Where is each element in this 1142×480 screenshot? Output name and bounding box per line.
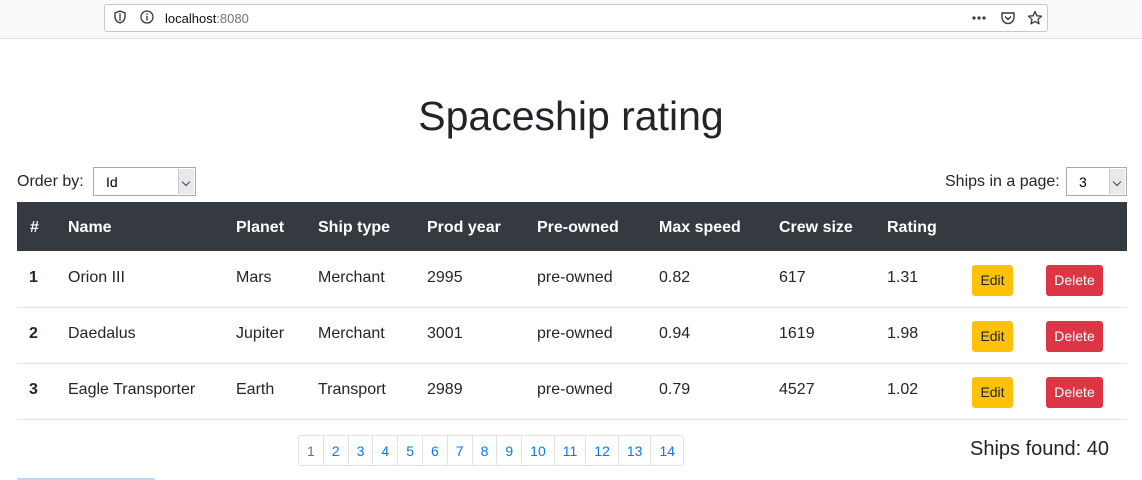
page-link-8[interactable]: 8 — [471, 435, 498, 466]
column-header: Max speed — [659, 219, 741, 236]
order-by-select[interactable]: Id — [93, 167, 196, 196]
page-link-6[interactable]: 6 — [421, 435, 448, 466]
ship-planet: Mars — [236, 269, 272, 286]
ship-rating: 1.31 — [887, 269, 919, 286]
page-link-12[interactable]: 12 — [585, 435, 619, 466]
delete-button[interactable]: Delete — [1046, 265, 1103, 296]
ship-type: Transport — [318, 381, 386, 398]
ship-max-speed: 0.94 — [659, 325, 691, 342]
row-number: 1 — [29, 269, 38, 286]
ship-name: Daedalus — [68, 325, 136, 342]
column-header: Pre-owned — [537, 219, 619, 236]
page-link-14[interactable]: 14 — [650, 435, 685, 466]
ship-pre-owned: pre-owned — [537, 269, 613, 286]
table-row: 2 Daedalus Jupiter Merchant 3001 pre-own… — [17, 307, 1127, 364]
ship-max-speed: 0.79 — [659, 381, 691, 398]
page-link-4[interactable]: 4 — [372, 435, 399, 466]
ship-name: Orion III — [68, 269, 125, 286]
ship-planet: Earth — [236, 381, 275, 398]
ships-per-page-value: 3 — [1079, 174, 1087, 190]
order-by-value: Id — [106, 174, 118, 190]
ship-type: Merchant — [318, 269, 385, 286]
ship-rating: 1.02 — [887, 381, 919, 398]
star-icon[interactable] — [1027, 10, 1043, 26]
delete-button[interactable]: Delete — [1046, 377, 1103, 408]
column-header: Ship type — [318, 219, 391, 236]
ship-prod-year: 3001 — [427, 325, 463, 342]
page-title: Spaceship rating — [418, 93, 724, 139]
column-header: Prod year — [427, 219, 501, 236]
edit-button[interactable]: Edit — [972, 321, 1013, 352]
url-port: :8080 — [216, 11, 249, 26]
page-link-7[interactable]: 7 — [446, 435, 473, 466]
ship-pre-owned: pre-owned — [537, 381, 613, 398]
edit-button[interactable]: Edit — [972, 377, 1013, 408]
column-header: # — [30, 219, 39, 236]
row-number: 3 — [29, 381, 38, 398]
shield-icon[interactable] — [112, 10, 128, 26]
ship-type: Merchant — [318, 325, 385, 342]
ship-prod-year: 2995 — [427, 269, 463, 286]
ships-found-count: Ships found: 40 — [970, 438, 1109, 460]
order-by-label: Order by: — [17, 173, 84, 190]
page-link-10[interactable]: 10 — [521, 435, 555, 466]
info-icon[interactable] — [139, 10, 155, 26]
pocket-icon[interactable] — [1000, 10, 1016, 26]
page-link-1[interactable]: 1 — [298, 435, 324, 466]
column-header: Crew size — [779, 219, 853, 236]
ship-crew-size: 4527 — [779, 381, 815, 398]
ship-pre-owned: pre-owned — [537, 325, 613, 342]
table-row: 3 Eagle Transporter Earth Transport 2989… — [17, 363, 1127, 420]
browser-toolbar: localhost:8080 — [0, 0, 1142, 39]
chevron-down-icon[interactable] — [178, 169, 194, 194]
table-header: # Name Planet Ship type Prod year Pre-ow… — [17, 202, 1127, 251]
page-link-3[interactable]: 3 — [347, 435, 374, 466]
ships-per-page-select[interactable]: 3 — [1066, 167, 1127, 196]
url-bar[interactable]: localhost:8080 — [104, 4, 1048, 32]
ship-planet: Jupiter — [236, 325, 285, 342]
ship-max-speed: 0.82 — [659, 269, 691, 286]
chevron-down-icon[interactable] — [1109, 169, 1125, 194]
pagination: 1 2 3 4 5 6 7 8 9 10 11 12 13 14 — [298, 435, 685, 466]
page-link-9[interactable]: 9 — [496, 435, 523, 466]
ship-crew-size: 617 — [779, 269, 806, 286]
ship-rating: 1.98 — [887, 325, 919, 342]
more-icon[interactable] — [971, 10, 987, 26]
column-header: Planet — [236, 219, 285, 236]
table-row: 1 Orion III Mars Merchant 2995 pre-owned… — [17, 251, 1127, 308]
url-text[interactable]: localhost:8080 — [165, 11, 249, 26]
page-link-2[interactable]: 2 — [322, 435, 349, 466]
ship-name: Eagle Transporter — [68, 381, 196, 398]
edit-button[interactable]: Edit — [972, 265, 1013, 296]
ships-per-page-label: Ships in a page: — [945, 173, 1060, 190]
page-link-11[interactable]: 11 — [553, 435, 587, 466]
url-host: localhost — [165, 11, 217, 26]
row-number: 2 — [29, 325, 38, 342]
page-link-13[interactable]: 13 — [617, 435, 652, 466]
ship-crew-size: 1619 — [779, 325, 815, 342]
page-link-5[interactable]: 5 — [397, 435, 423, 466]
delete-button[interactable]: Delete — [1046, 321, 1103, 352]
column-header: Rating — [887, 219, 937, 236]
ship-prod-year: 2989 — [427, 381, 463, 398]
column-header: Name — [68, 219, 112, 236]
